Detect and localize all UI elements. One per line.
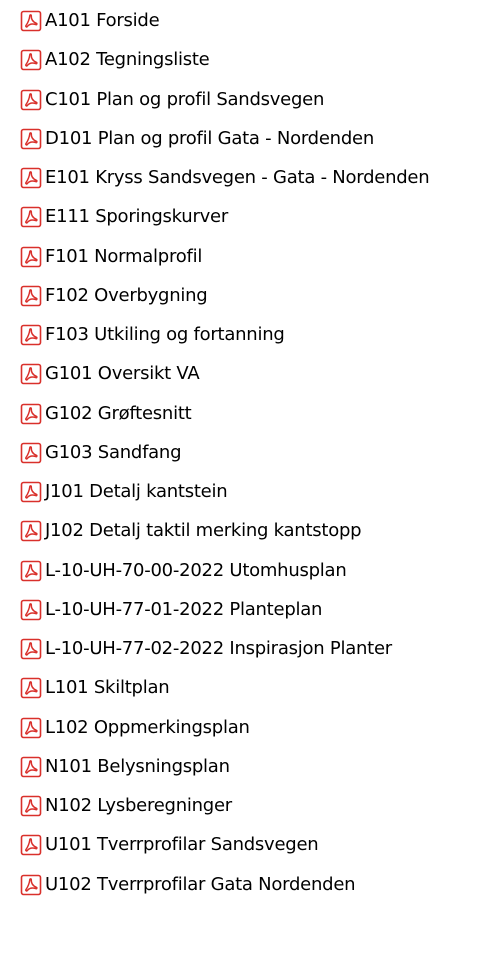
list-item-label: G101 Oversikt VA [45, 363, 200, 384]
pdf-file-icon [20, 717, 42, 739]
pdf-file-icon [20, 481, 42, 503]
list-item[interactable]: L101 Skiltplan [0, 668, 501, 708]
list-item[interactable]: C101 Plan og profil Sandsvegen [0, 80, 501, 120]
pdf-file-icon [20, 246, 42, 268]
pdf-file-icon [20, 756, 42, 778]
pdf-file-icon [20, 795, 42, 817]
list-item-label: J101 Detalj kantstein [45, 481, 228, 502]
pdf-file-icon [20, 363, 42, 385]
pdf-file-icon [20, 442, 42, 464]
list-item-label: L102 Oppmerkingsplan [45, 717, 250, 738]
list-item[interactable]: G101 Oversikt VA [0, 354, 501, 394]
pdf-file-icon [20, 874, 42, 896]
list-item[interactable]: A101 Forside [0, 1, 501, 41]
list-item[interactable]: G103 Sandfang [0, 433, 501, 473]
list-item-label: L101 Skiltplan [45, 677, 170, 698]
pdf-file-icon [20, 10, 42, 32]
list-item[interactable]: D101 Plan og profil Gata - Nordenden [0, 119, 501, 159]
list-item-label: L-10-UH-70-00-2022 Utomhusplan [45, 560, 347, 581]
list-item[interactable]: J102 Detalj taktil merking kantstopp [0, 511, 501, 551]
list-item-label: G102 Grøftesnitt [45, 403, 192, 424]
list-item-label: N102 Lysberegninger [45, 795, 232, 816]
list-item[interactable]: U102 Tverrprofilar Gata Nordenden [0, 865, 501, 905]
pdf-file-icon [20, 324, 42, 346]
list-item[interactable]: L-10-UH-70-00-2022 Utomhusplan [0, 551, 501, 591]
pdf-file-icon [20, 560, 42, 582]
list-item-label: C101 Plan og profil Sandsvegen [45, 89, 325, 110]
pdf-file-icon [20, 520, 42, 542]
pdf-file-icon [20, 403, 42, 425]
pdf-file-icon [20, 206, 42, 228]
list-item[interactable]: E111 Sporingskurver [0, 197, 501, 237]
pdf-file-icon [20, 89, 42, 111]
list-item-label: F103 Utkiling og fortanning [45, 324, 285, 345]
list-item-label: L-10-UH-77-01-2022 Planteplan [45, 599, 323, 620]
pdf-file-icon [20, 285, 42, 307]
pdf-file-icon [20, 128, 42, 150]
list-item-label: E101 Kryss Sandsvegen - Gata - Nordenden [45, 167, 430, 188]
pdf-file-icon [20, 638, 42, 660]
list-item[interactable]: N101 Belysningsplan [0, 747, 501, 787]
list-item-label: J102 Detalj taktil merking kantstopp [45, 520, 362, 541]
list-item[interactable]: G102 Grøftesnitt [0, 394, 501, 434]
list-item[interactable]: E101 Kryss Sandsvegen - Gata - Nordenden [0, 158, 501, 198]
list-item[interactable]: L-10-UH-77-02-2022 Inspirasjon Planter [0, 629, 501, 669]
pdf-file-icon [20, 599, 42, 621]
list-item[interactable]: U101 Tverrprofilar Sandsvegen [0, 825, 501, 865]
pdf-file-icon [20, 167, 42, 189]
list-item[interactable]: F101 Normalprofil [0, 237, 501, 277]
list-item[interactable]: L102 Oppmerkingsplan [0, 708, 501, 748]
list-item[interactable]: A102 Tegningsliste [0, 40, 501, 80]
list-item[interactable]: L-10-UH-77-01-2022 Planteplan [0, 590, 501, 630]
pdf-file-icon [20, 49, 42, 71]
pdf-file-icon [20, 834, 42, 856]
list-item[interactable]: F103 Utkiling og fortanning [0, 315, 501, 355]
file-list: A101 Forside A102 Tegningsliste C101 Pla… [0, 0, 501, 964]
list-item-label: A102 Tegningsliste [45, 49, 210, 70]
list-item[interactable]: J101 Detalj kantstein [0, 472, 501, 512]
list-item-label: F102 Overbygning [45, 285, 208, 306]
list-item-label: E111 Sporingskurver [45, 206, 228, 227]
list-item[interactable]: F102 Overbygning [0, 276, 501, 316]
list-item-label: N101 Belysningsplan [45, 756, 230, 777]
list-item-label: U101 Tverrprofilar Sandsvegen [45, 834, 319, 855]
list-item-label: L-10-UH-77-02-2022 Inspirasjon Planter [45, 638, 392, 659]
list-item-label: A101 Forside [45, 10, 160, 31]
list-item-label: F101 Normalprofil [45, 246, 203, 267]
list-item[interactable]: N102 Lysberegninger [0, 786, 501, 826]
list-item-label: U102 Tverrprofilar Gata Nordenden [45, 874, 356, 895]
list-item-label: D101 Plan og profil Gata - Nordenden [45, 128, 375, 149]
list-item-label: G103 Sandfang [45, 442, 182, 463]
pdf-file-icon [20, 677, 42, 699]
